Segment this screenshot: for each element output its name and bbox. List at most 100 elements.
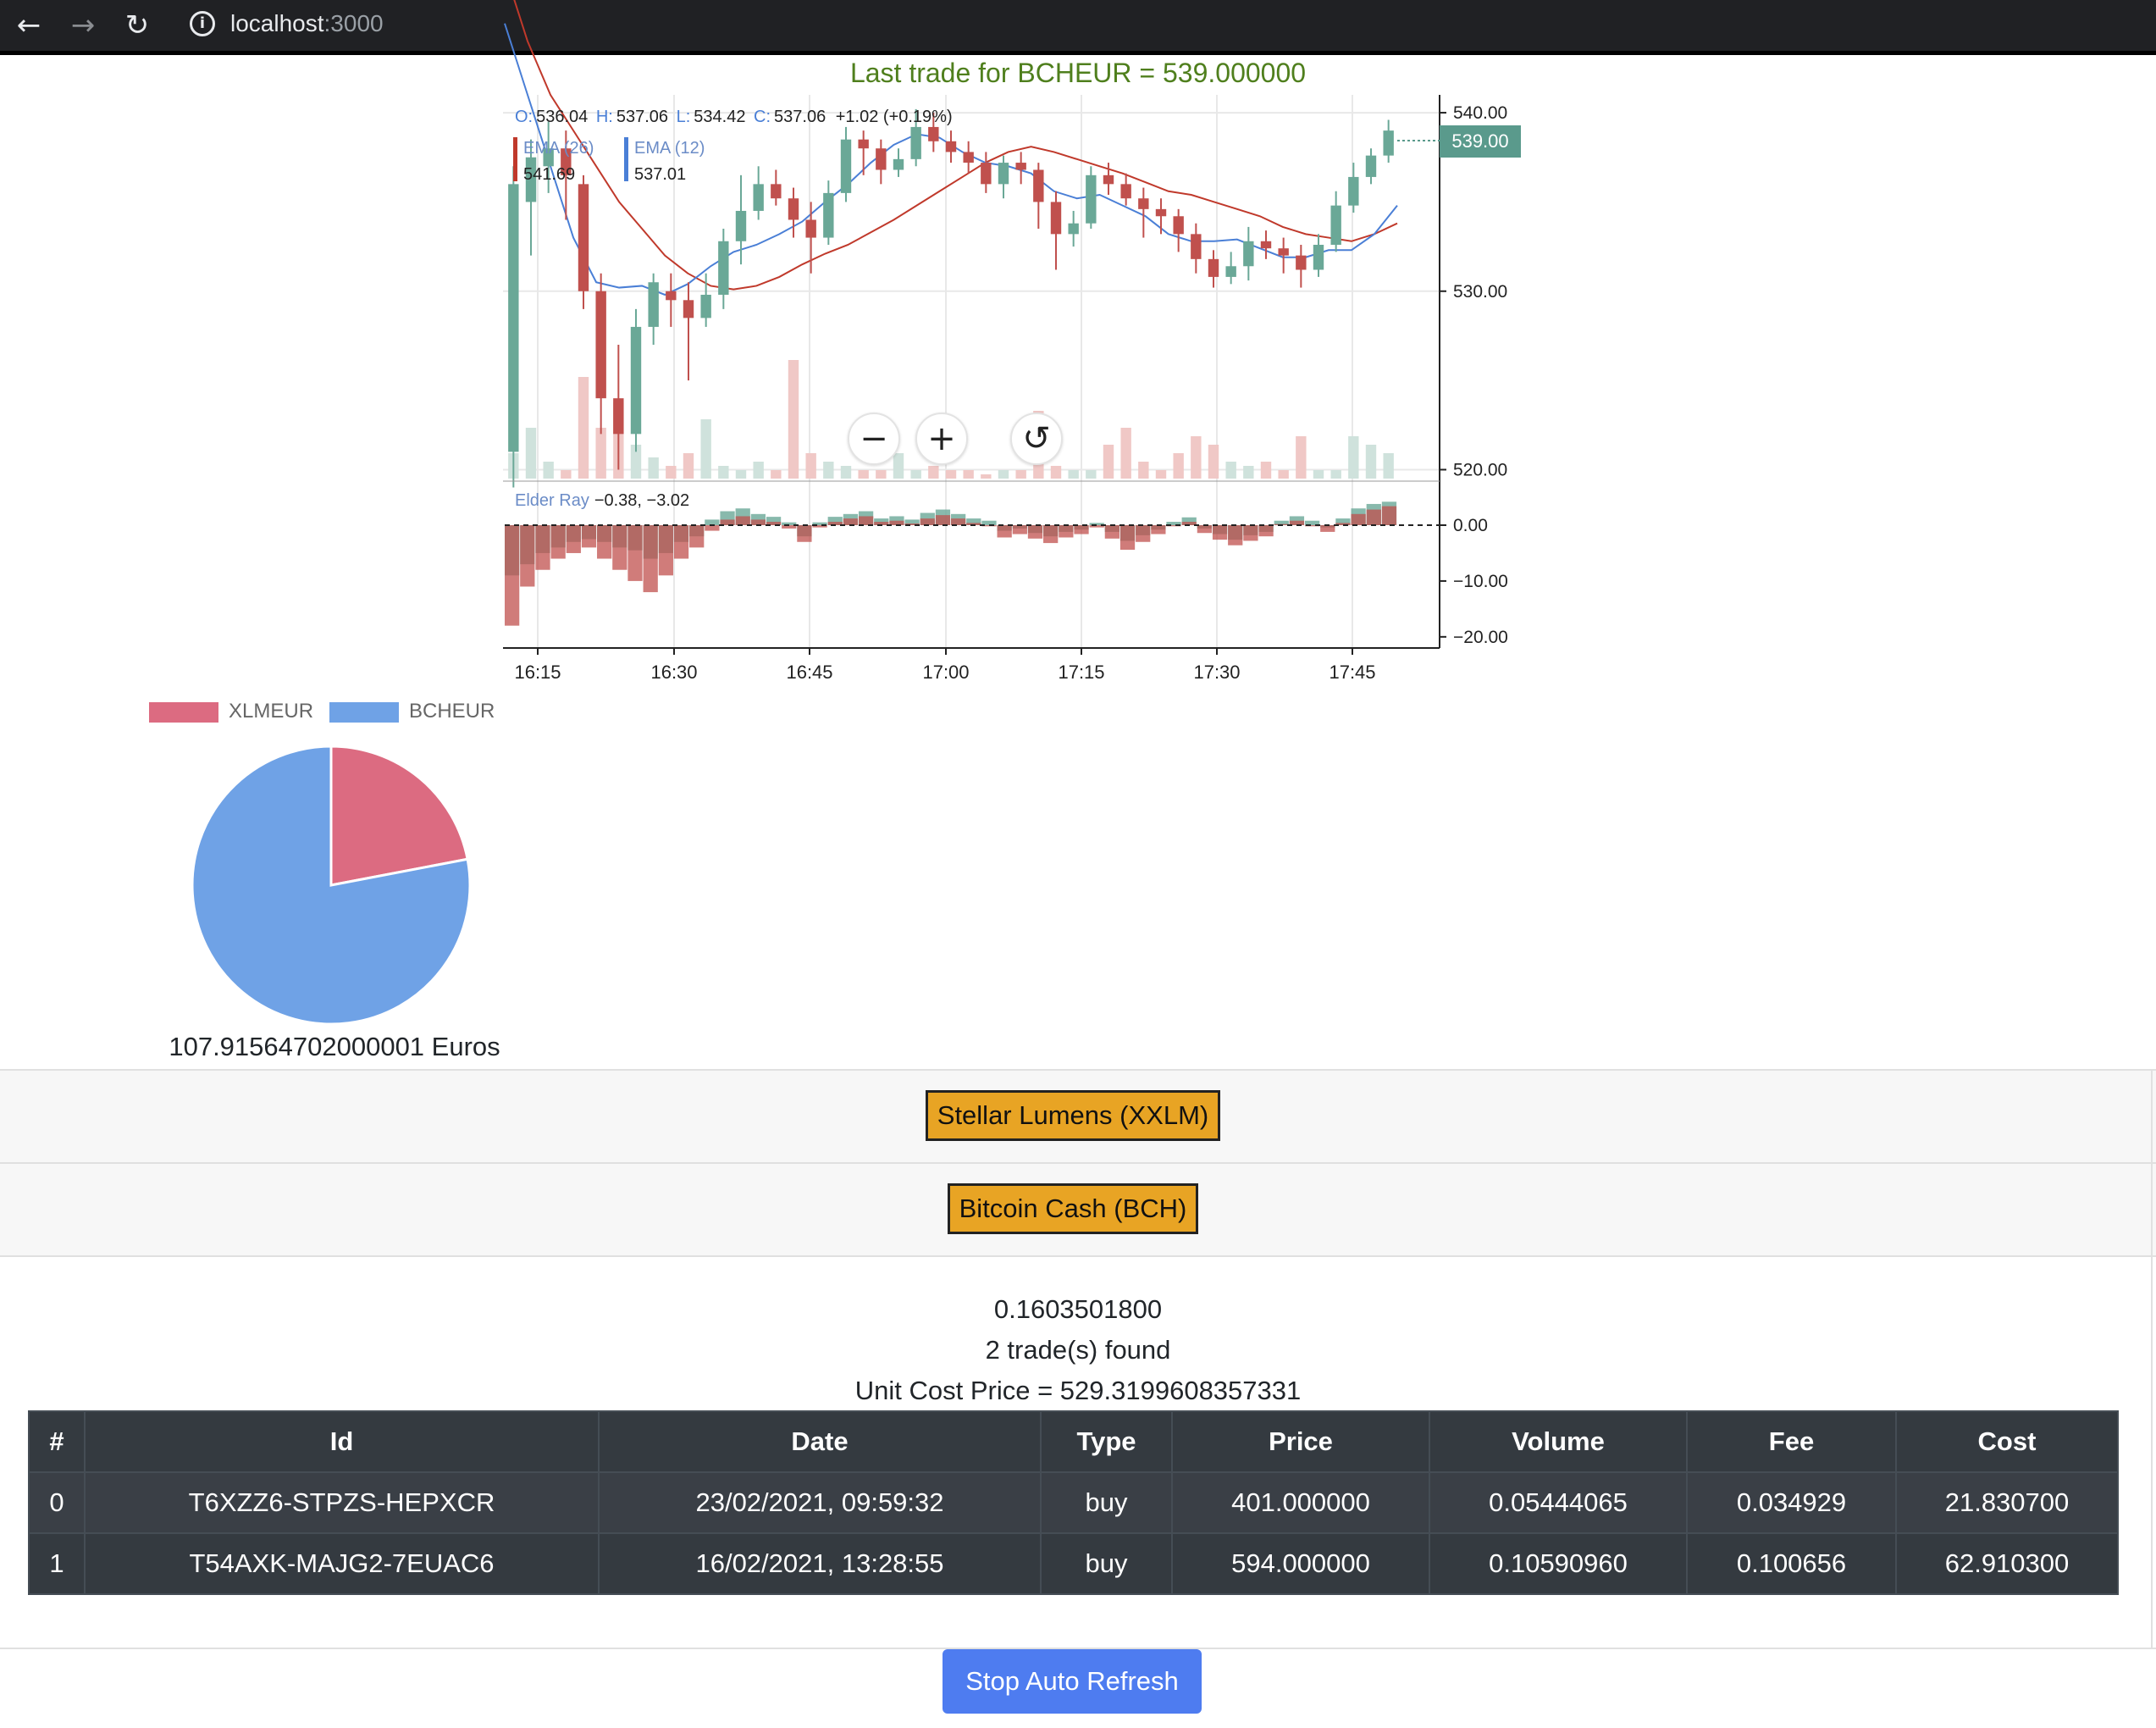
ohlc-close-value: 537.06	[774, 108, 826, 126]
candle-body	[1103, 174, 1114, 185]
volume-bar	[1191, 436, 1202, 479]
volume-bar	[823, 462, 834, 479]
x-tick-label: 17:30	[1193, 662, 1240, 683]
portfolio-total: 107.91564702000001 Euros	[169, 1032, 500, 1061]
cell-type: buy	[1040, 1471, 1173, 1534]
volume-bar	[1208, 445, 1219, 479]
column-header: Date	[598, 1410, 1042, 1473]
bear-power-bar	[1012, 525, 1027, 534]
zoom-in-button[interactable]: +	[915, 413, 968, 465]
portfolio-pie-chart[interactable]	[0, 0, 669, 1025]
minus-icon: −	[860, 419, 888, 458]
bear-power-bar	[1212, 525, 1228, 540]
bear-power-bar	[1197, 525, 1213, 534]
card-border	[2151, 1069, 2153, 1649]
ohlc-change: +1.02 (+0.19%)	[836, 108, 953, 126]
y-tick-label: 530.00	[1453, 282, 1507, 302]
candle-body	[683, 300, 694, 318]
bear-power-bar	[797, 525, 812, 542]
y-tick-label: −20.00	[1453, 628, 1508, 647]
bear-power-bar	[997, 525, 1012, 538]
volume-bar	[963, 470, 974, 479]
zoom-out-button[interactable]: −	[848, 413, 900, 465]
candle-body	[1138, 198, 1149, 209]
trades-table: # Id Date Type Price Volume Fee Cost 0 T…	[28, 1410, 2119, 1595]
trades-found: 2 trade(s) found	[985, 1335, 1171, 1365]
candle-body	[1068, 223, 1079, 235]
bear-power-bar	[1074, 525, 1089, 534]
candle-body	[945, 141, 957, 152]
cell-volume: 0.10590960	[1429, 1532, 1688, 1595]
volume-bar	[788, 360, 799, 479]
plus-icon: +	[927, 419, 956, 458]
bear-power-bar	[1381, 506, 1397, 525]
volume-bar	[683, 453, 694, 479]
volume-bar	[735, 470, 747, 479]
candle-body	[876, 148, 887, 170]
candle-body	[753, 184, 764, 211]
candle-body	[805, 219, 816, 238]
reset-zoom-button[interactable]: ↺	[1010, 413, 1063, 465]
volume-bar	[1243, 466, 1254, 479]
candle-body	[981, 163, 992, 185]
candle-body	[858, 139, 869, 149]
y-tick-label: −10.00	[1453, 572, 1508, 591]
volume-bar	[1068, 470, 1079, 479]
bear-power-bar	[1151, 525, 1166, 534]
candle-body	[1260, 241, 1272, 249]
bear-power-bar	[843, 518, 859, 525]
volume-bar	[858, 470, 869, 479]
x-tick-label: 16:45	[786, 662, 832, 683]
bear-power-bar	[673, 525, 689, 559]
candle-body	[1313, 244, 1324, 270]
candle-body	[718, 241, 729, 295]
volume-bar	[1260, 462, 1272, 479]
candle-body	[1296, 255, 1307, 270]
volume-bar	[718, 466, 729, 479]
cell-cost: 21.830700	[1895, 1471, 2119, 1534]
cell-date: 23/02/2021, 09:59:32	[598, 1471, 1042, 1534]
bear-power-bar	[1059, 525, 1074, 538]
bear-power-bar	[1043, 525, 1059, 544]
candle-body	[771, 184, 782, 199]
bitcoin-cash-button[interactable]: Bitcoin Cash (BCH)	[948, 1183, 1198, 1234]
volume-bar	[893, 453, 904, 479]
bear-power-bar	[1351, 513, 1366, 525]
volume-bar	[928, 466, 939, 479]
stellar-lumens-button[interactable]: Stellar Lumens (XXLM)	[926, 1090, 1220, 1141]
ohlc-close-label: C:	[754, 108, 771, 126]
candle-body	[1173, 216, 1184, 235]
cell-index: 0	[28, 1471, 86, 1534]
bear-power-bar	[1243, 525, 1258, 541]
candle-body	[788, 198, 799, 220]
candle-body	[1365, 155, 1377, 177]
cell-cost: 62.910300	[1895, 1532, 2119, 1595]
volume-bar	[876, 470, 887, 479]
volume-bar	[1278, 470, 1289, 479]
bear-power-bar	[735, 516, 750, 525]
x-tick-label: 17:15	[1058, 662, 1104, 683]
stop-auto-refresh-button[interactable]: Stop Auto Refresh	[943, 1649, 1202, 1714]
bear-power-bar	[1104, 525, 1119, 539]
cell-fee: 0.100656	[1686, 1532, 1897, 1595]
volume-bar	[771, 470, 782, 479]
bear-power-bar	[1258, 525, 1274, 537]
candle-body	[1383, 130, 1394, 156]
candle-body	[700, 294, 711, 318]
candle-body	[1243, 241, 1254, 267]
candle-body	[1120, 184, 1131, 199]
volume-bar	[1330, 470, 1341, 479]
bear-power-bar	[1320, 525, 1335, 532]
candle-body	[1278, 248, 1289, 256]
table-header-row: # Id Date Type Price Volume Fee Cost	[28, 1410, 2119, 1473]
bear-power-bar	[689, 525, 705, 548]
column-header: Type	[1040, 1410, 1173, 1473]
y-tick-label: 540.00	[1453, 103, 1507, 123]
volume-bar	[1348, 436, 1359, 479]
column-header: Cost	[1895, 1410, 2119, 1473]
bear-power-bar	[858, 516, 874, 525]
cell-id: T6XZZ6-STPZS-HEPXCR	[84, 1471, 600, 1534]
cell-id: T54AXK-MAJG2-7EUAC6	[84, 1532, 600, 1595]
cell-price: 401.000000	[1171, 1471, 1430, 1534]
reset-icon: ↺	[1022, 419, 1051, 458]
